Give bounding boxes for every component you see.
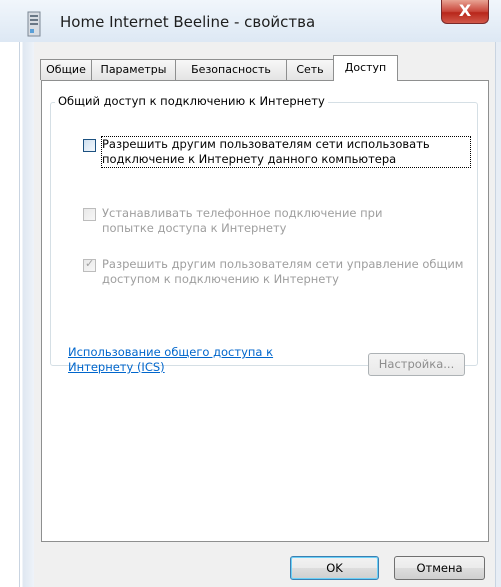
- network-connection-icon: [27, 11, 41, 37]
- dial-on-demand-checkbox[interactable]: [83, 208, 96, 221]
- ok-button[interactable]: OK: [290, 556, 379, 580]
- title-bar[interactable]: Home Internet Beeline - свойства X: [0, 0, 501, 43]
- window-frame-left: [0, 42, 34, 587]
- properties-dialog: Home Internet Beeline - свойства X Общие…: [0, 0, 501, 587]
- window-frame-right: [495, 42, 501, 587]
- close-button[interactable]: X: [441, 0, 489, 24]
- tab-general[interactable]: Общие: [40, 59, 92, 80]
- settings-button[interactable]: Настройка...: [368, 353, 465, 376]
- ics-help-link[interactable]: Использование общего доступа к Интернету…: [68, 345, 328, 375]
- allow-control-label: Разрешить другим пользователям сети упра…: [102, 257, 464, 286]
- dialog-client-area: Общие Параметры Безопасность Сеть Доступ…: [34, 42, 495, 587]
- allow-sharing-checkbox[interactable]: [83, 139, 96, 152]
- checkmark-icon: ✓: [85, 257, 95, 270]
- tab-security[interactable]: Безопасность: [175, 59, 287, 80]
- groupbox-title: Общий доступ к подключению к Интернету: [55, 94, 328, 108]
- allow-sharing-label[interactable]: Разрешить другим пользователям сети испо…: [101, 136, 471, 168]
- close-icon: X: [458, 1, 472, 20]
- window-title: Home Internet Beeline - свойства: [60, 13, 316, 31]
- cancel-button[interactable]: Отмена: [394, 556, 485, 580]
- tab-network[interactable]: Сеть: [286, 59, 334, 80]
- tab-sharing[interactable]: Доступ: [333, 55, 398, 81]
- sharing-tab-panel: Общий доступ к подключению к Интернету Р…: [41, 80, 489, 542]
- tab-parameters[interactable]: Параметры: [91, 59, 176, 80]
- dial-on-demand-label: Устанавливать телефонное подключение при…: [102, 206, 383, 235]
- allow-control-checkbox[interactable]: ✓: [83, 257, 96, 272]
